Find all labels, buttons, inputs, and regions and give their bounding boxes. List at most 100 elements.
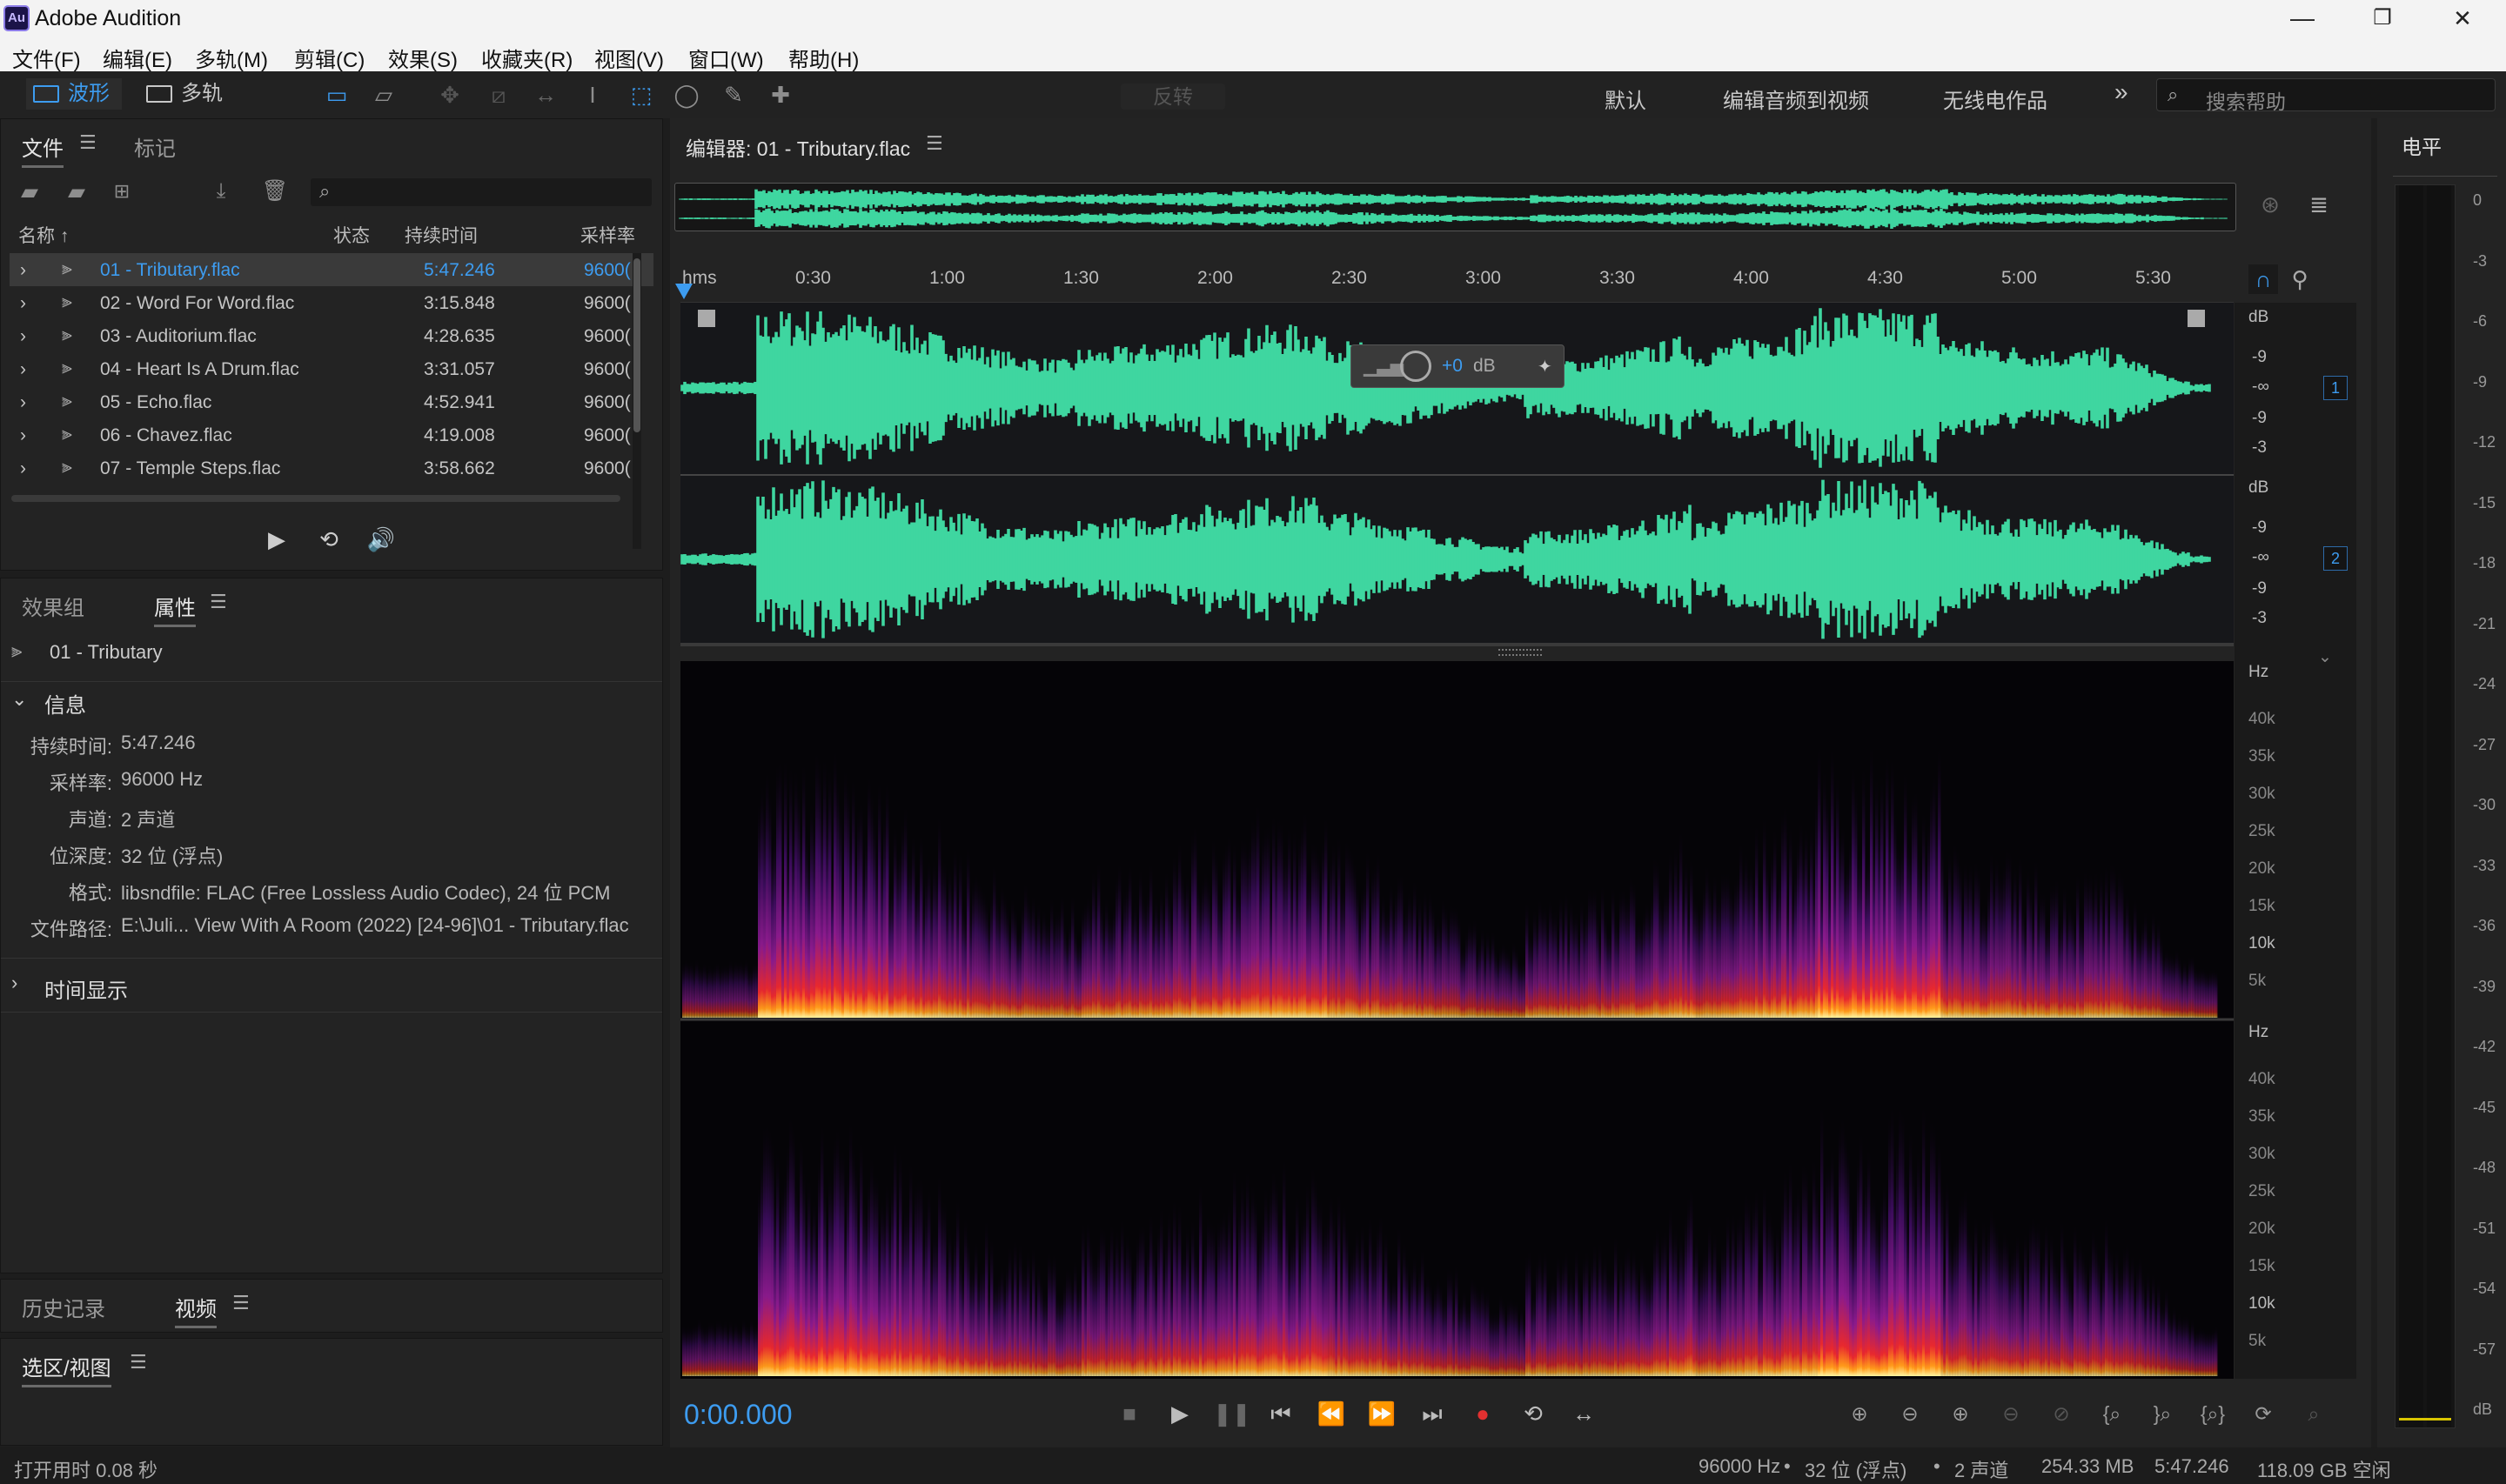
minimize-button[interactable]: — (2262, 0, 2342, 38)
expand-chevron-icon[interactable]: › (20, 425, 26, 446)
spot-healing-tool-icon[interactable]: ✚ (766, 80, 795, 110)
info-section-header[interactable]: 信息 (44, 688, 86, 719)
tab-files[interactable]: 文件 (22, 131, 64, 168)
display-options-icon[interactable]: ≣ (2304, 190, 2334, 219)
more-workspaces-button[interactable]: » (2114, 78, 2128, 106)
preview-autoplay-icon[interactable]: 🔊 (366, 525, 396, 554)
brush-tool-icon[interactable]: ✎ (719, 80, 748, 110)
menu-clip[interactable]: 剪辑(C) (294, 43, 365, 73)
tab-properties[interactable]: 属性 (154, 591, 196, 627)
hud-pin-icon[interactable]: ✦ (1538, 356, 1552, 378)
insert-into-multitrack-icon[interactable]: ⤓ (206, 177, 236, 206)
rewind-button[interactable]: ⏪ (1314, 1396, 1349, 1431)
file-row[interactable]: › ⫸ 05 - Echo.flac 4:52.941 9600( (10, 385, 653, 418)
expand-chevron-icon[interactable]: › (20, 392, 26, 413)
move-to-previous-button[interactable]: ⏮ (1263, 1396, 1298, 1431)
hud-gain-knob[interactable] (1400, 351, 1431, 382)
expand-chevron-icon[interactable]: › (20, 458, 26, 479)
column-duration[interactable]: 持续时间 (405, 222, 478, 248)
channel-2-toggle[interactable]: 2 (2323, 546, 2348, 571)
razor-tool-icon[interactable]: ⧄ (484, 80, 513, 110)
expand-chevron-icon[interactable]: › (20, 359, 26, 380)
file-row[interactable]: › ⫸ 01 - Tributary.flac 5:47.246 9600( (10, 253, 653, 286)
menu-edit[interactable]: 编辑(E) (103, 43, 172, 73)
zoom-in-at-out-point-icon[interactable]: }⌕ (2144, 1396, 2181, 1431)
column-sample-rate[interactable]: 采样率 (580, 222, 635, 248)
file-row[interactable]: › ⫸ 04 - Heart Is A Drum.flac 3:31.057 9… (10, 352, 653, 385)
delete-file-icon[interactable]: 🗑 (260, 177, 290, 206)
zoom-out-full-icon[interactable]: ⊘ (2043, 1396, 2080, 1431)
files-scrollbar[interactable] (633, 253, 641, 549)
expand-chevron-icon[interactable]: › (20, 260, 26, 281)
preview-loop-icon[interactable]: ⟲ (314, 525, 344, 554)
expand-chevron-icon[interactable]: › (20, 326, 26, 347)
tab-markers[interactable]: 标记 (134, 131, 176, 162)
current-time-display[interactable]: 0:00.000 (684, 1399, 793, 1431)
selection-panel-menu-icon[interactable]: ☰ (130, 1351, 147, 1374)
timeline-ruler[interactable]: hms 0:30 1:00 1:30 2:00 2:30 3:00 3:30 4… (675, 261, 2234, 303)
preview-play-icon[interactable]: ▶ (262, 525, 291, 554)
multitrack-mode-button[interactable]: 多轨 (139, 78, 252, 110)
fast-forward-button[interactable]: ⏩ (1364, 1396, 1399, 1431)
waveform-mode-button[interactable]: 波形 (26, 78, 122, 110)
import-file-icon[interactable]: ▰ (62, 177, 91, 206)
record-button[interactable]: ● (1465, 1396, 1500, 1431)
zoom-selection-icon[interactable]: {⌕} (2194, 1396, 2231, 1431)
menu-view[interactable]: 视图(V) (594, 43, 664, 73)
workspace-default[interactable]: 默认 (1605, 84, 1646, 114)
files-scrollbar-thumb[interactable] (633, 258, 640, 432)
file-row[interactable]: › ⫸ 03 - Auditorium.flac 4:28.635 9600( (10, 319, 653, 352)
restore-button[interactable]: ❐ (2342, 0, 2422, 38)
hud-gain-control[interactable]: ▁▃▅ +0 dB ✦ (1350, 344, 1565, 388)
tab-video[interactable]: 视频 (175, 1292, 217, 1328)
zoom-out-time-icon[interactable]: ⊖ (1993, 1396, 2029, 1431)
spectral-view-icon[interactable]: ▱ (369, 80, 399, 110)
pane-resize-handle[interactable] (1498, 649, 1542, 656)
invert-button[interactable]: 反转 (1121, 84, 1225, 110)
file-row[interactable]: › ⫸ 02 - Word For Word.flac 3:15.848 960… (10, 286, 653, 319)
snap-magnet-icon[interactable]: ∩ (2248, 264, 2278, 294)
menu-window[interactable]: 窗口(W) (688, 43, 764, 73)
file-row[interactable]: › ⫸ 07 - Temple Steps.flac 3:58.662 9600… (10, 451, 653, 485)
info-collapse-chevron-icon[interactable]: ⌄ (11, 688, 27, 711)
hud-gain-value[interactable]: +0 (1442, 356, 1463, 377)
menu-file[interactable]: 文件(F) (12, 43, 81, 73)
slip-tool-icon[interactable]: ↔ (531, 80, 560, 110)
file-filter-input[interactable]: ⌕ (311, 178, 652, 206)
pause-button[interactable]: ❚❚ (1213, 1396, 1251, 1431)
workspace-radio-production[interactable]: 无线电作品 (1943, 84, 2047, 114)
spectral-display[interactable] (680, 661, 2234, 1379)
column-status[interactable]: 状态 (333, 222, 370, 248)
zoom-to-selection-icon[interactable]: ⊛ (2255, 190, 2285, 219)
overview-navigator[interactable] (674, 183, 2236, 231)
video-panel-menu-icon[interactable]: ☰ (232, 1292, 250, 1314)
files-panel-menu-icon[interactable]: ☰ (79, 131, 97, 154)
zoom-in-time-icon[interactable]: ⊕ (1942, 1396, 1979, 1431)
zoom-out-amplitude-icon[interactable]: ⊖ (1892, 1396, 1928, 1431)
zoom-frequency-icon[interactable]: ⌕ (2295, 1396, 2332, 1431)
new-file-icon[interactable]: ⊞ (107, 177, 137, 206)
play-button[interactable]: ▶ (1163, 1396, 1197, 1431)
tab-selection-view[interactable]: 选区/视图 (22, 1351, 111, 1387)
tab-history[interactable]: 历史记录 (22, 1292, 105, 1322)
file-row[interactable]: › ⫸ 06 - Chavez.flac 4:19.008 9600( (10, 418, 653, 451)
marquee-tool-icon[interactable]: ⬚ (626, 80, 656, 110)
help-search-input[interactable]: ⌕ 搜索帮助 (2156, 78, 2496, 113)
menu-help[interactable]: 帮助(H) (788, 43, 859, 73)
playhead-marker[interactable] (675, 284, 693, 299)
menu-favorites[interactable]: 收藏夹(R) (481, 43, 573, 73)
column-name[interactable]: 名称 ↑ (18, 222, 69, 248)
channel-1-toggle[interactable]: 1 (2323, 376, 2348, 400)
time-selection-tool-icon[interactable]: I (578, 80, 607, 110)
waveform-view-icon[interactable]: ▭ (322, 80, 352, 110)
move-to-next-button[interactable]: ⏭ (1415, 1396, 1450, 1431)
menu-multitrack[interactable]: 多轨(M) (195, 43, 268, 73)
waveform-display[interactable]: ▁▃▅ +0 dB ✦ (680, 303, 2234, 646)
skip-selection-button[interactable]: ↔ (1566, 1396, 1601, 1431)
stop-button[interactable]: ■ (1112, 1396, 1147, 1431)
properties-panel-menu-icon[interactable]: ☰ (210, 591, 227, 613)
lasso-tool-icon[interactable]: ◯ (672, 80, 701, 110)
close-button[interactable]: ✕ (2422, 0, 2503, 38)
move-tool-icon[interactable]: ✥ (435, 80, 465, 110)
zoom-in-amplitude-icon[interactable]: ⊕ (1841, 1396, 1878, 1431)
